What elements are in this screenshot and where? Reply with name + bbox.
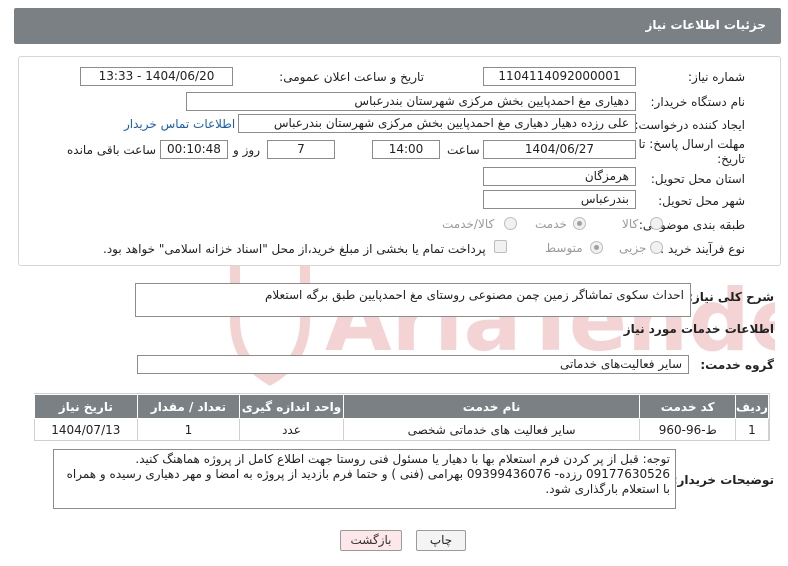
cell-qty: 1 [136,418,241,441]
city-label: شهر محل تحویل: [658,194,745,208]
col-unit: واحد اندازه گیری [239,394,344,419]
cell-date: 1404/07/13 [34,418,138,441]
treasury-checkbox[interactable] [494,240,507,253]
cell-name: سایر فعالیت های خدماتی شخصی [342,418,641,441]
table-row: 1 ط-96-960 سایر فعالیت های خدماتی شخصی ع… [34,418,770,441]
process-option-medium: متوسط [545,241,583,255]
category-option-goods-service: کالا/خدمت [442,217,495,231]
service-group-field[interactable]: سایر فعالیت‌های خدماتی [137,355,689,374]
buyer-org-field[interactable]: دهیاری مغ احمدپایین بخش مرکزی شهرستان بن… [186,92,636,111]
category-radio-service[interactable] [573,217,586,230]
process-radio-minor[interactable] [650,241,663,254]
deadline-label: مهلت ارسال پاسخ: تا [638,137,745,151]
time-label: ساعت [447,143,480,157]
service-group-label: گروه خدمت: [700,358,774,372]
print-button[interactable]: چاپ [416,530,466,551]
days-remaining-field[interactable]: 7 [267,140,335,159]
services-table-header: ردیف کد خدمت نام خدمت واحد اندازه گیری ت… [34,394,770,419]
col-code: کد خدمت [639,394,736,419]
deadline-time-field[interactable]: 14:00 [372,140,440,159]
remaining-time-field[interactable]: 00:10:48 [160,140,228,159]
creator-label: ایجاد کننده درخواست: [634,118,745,132]
remaining-time-label: ساعت باقی مانده [67,143,157,157]
creator-field[interactable]: علی رزده دهیار دهیاری مغ احمدپایین بخش م… [238,114,636,133]
announce-datetime-label: تاریخ و ساعت اعلان عمومی: [279,70,424,84]
deadline-date-label: تاریخ: [717,152,745,166]
category-radio-goods[interactable] [650,217,663,230]
cell-code: ط-96-960 [639,418,736,441]
buyer-org-label: نام دستگاه خریدار: [650,95,746,109]
cell-unit: عدد [239,418,344,441]
cell-row: 1 [734,418,770,441]
city-field[interactable]: بندرعباس [483,190,636,209]
services-table-wrapper: ردیف کد خدمت نام خدمت واحد اندازه گیری ت… [34,393,770,441]
process-radio-medium[interactable] [590,241,603,254]
need-number-field[interactable]: 1104114092000001 [483,67,636,86]
process-type-label: نوع فرآیند خرید : [660,242,745,256]
deadline-date-field[interactable]: 1404/06/27 [483,140,636,159]
province-label: استان محل تحویل: [650,172,745,186]
category-option-goods: کالا [622,217,639,231]
back-button[interactable]: بازگشت [340,530,402,551]
col-name: نام خدمت [342,394,641,419]
treasury-note: پرداخت تمام یا بخشی از مبلغ خرید،از محل … [103,242,486,256]
announce-datetime-field[interactable]: 1404/06/20 - 13:33 [80,67,233,86]
description-field[interactable]: احداث سکوی تماشاگر زمین چمن مصنوعی روستا… [135,283,691,317]
col-row: ردیف [734,394,770,419]
need-number-label: شماره نیاز: [688,70,745,84]
col-qty: تعداد / مقدار [136,394,241,419]
need-info-panel [18,56,781,266]
buyer-notes-label: توضیحات خریدار: [672,473,774,487]
page-title: جزئیات اطلاعات نیاز [645,18,766,32]
buyer-notes-field[interactable]: توجه: قبل از پر کردن فرم استعلام بها با … [53,449,676,509]
col-date: تاریخ نیاز [34,394,138,419]
category-option-service: خدمت [535,217,567,231]
province-field[interactable]: هرمزگان [483,167,636,186]
services-table: ردیف کد خدمت نام خدمت واحد اندازه گیری ت… [34,394,770,441]
buyer-contact-link[interactable]: اطلاعات تماس خریدار [124,117,235,131]
days-label: روز و [233,143,260,157]
process-option-minor: جزیی [619,241,647,255]
services-section-title: اطلاعات خدمات مورد نیاز [623,322,774,336]
description-label: شرح کلی نیاز: [688,290,774,304]
category-radio-goods-service[interactable] [504,217,517,230]
